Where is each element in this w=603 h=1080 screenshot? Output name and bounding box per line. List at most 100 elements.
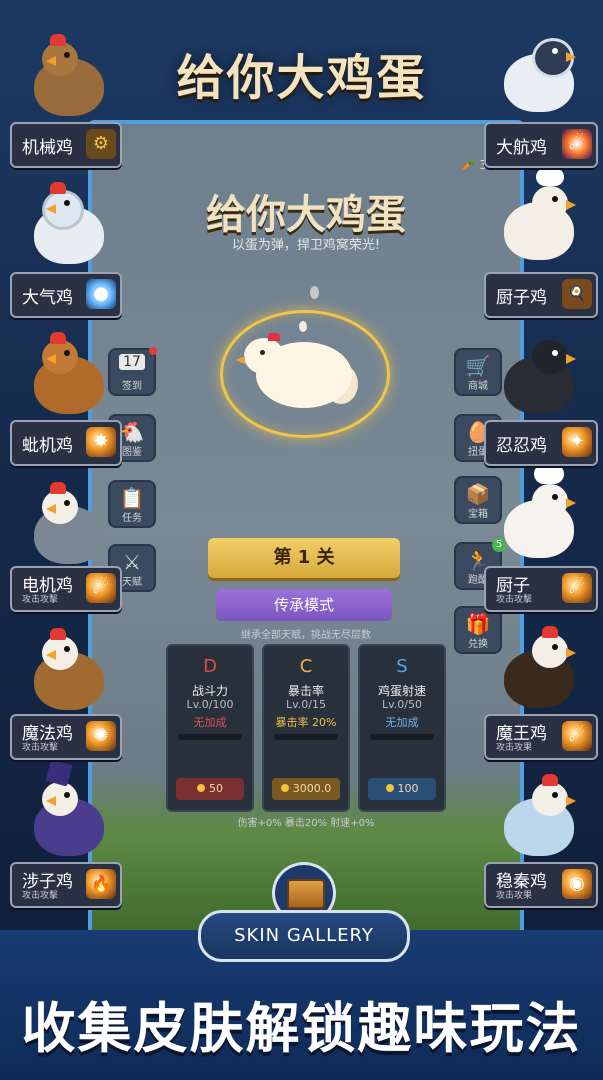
cost-value: 3000.0: [292, 782, 332, 795]
skin-name: 蚍机鸡: [22, 435, 73, 456]
cart-icon: 🛒: [465, 354, 491, 378]
card-status: 无加成: [193, 716, 227, 729]
skin-label-demon[interactable]: 魔王鸡 攻击攻果 ☄: [484, 714, 598, 760]
chicken-space-sprite: [496, 24, 580, 120]
side-button-shop[interactable]: 🛒 商城: [454, 348, 502, 396]
card-name: 战斗力: [191, 684, 228, 698]
side-button-label: 图鉴: [122, 447, 142, 458]
hen-comb: [268, 333, 280, 341]
card-level: Lv.0/50: [382, 698, 422, 711]
card-name: 暴击率: [287, 684, 324, 698]
cost-value: 100: [397, 782, 419, 795]
skin-subtitle: 攻击攻擊: [496, 595, 533, 605]
skin-label-cook[interactable]: 厨子 攻击攻擊 ☄: [484, 566, 598, 612]
triple-shot-icon: ✺: [86, 721, 116, 751]
skin-subtitle: 攻击攻擊: [22, 743, 59, 753]
mode-hint: 继承全部天赋，挑战无尽层数: [241, 630, 371, 641]
side-button-label: 签到: [122, 381, 142, 392]
chicken-robot-sprite: [20, 476, 104, 572]
flying-egg: [310, 286, 319, 299]
side-button-label: 任务: [122, 513, 142, 524]
coin-icon: [280, 784, 289, 792]
skin-name: 大气鸡: [22, 287, 73, 308]
bubble-shot-icon: ●: [86, 279, 116, 309]
carrot-icon: 🥕: [460, 158, 476, 172]
skin-label-magic[interactable]: 魔法鸡 攻击攻擊 ✺: [10, 714, 122, 760]
skin-label-chef[interactable]: 厨子鸡 🍳: [484, 272, 598, 318]
game-subtitle: 以蛋为弹，捍卫鸡窝荣光!: [231, 238, 381, 253]
game-title: 给你大鸡蛋: [206, 192, 406, 238]
skin-label-mech[interactable]: 机械鸡 ⚙: [10, 122, 122, 168]
gears-icon: ⚙: [86, 129, 116, 159]
hen-head: [244, 338, 284, 374]
skin-label-atmo[interactable]: 大气鸡 ●: [10, 272, 122, 318]
skin-name: 机械鸡: [22, 137, 73, 158]
upgrade-cost-button[interactable]: 100: [368, 778, 436, 800]
card-status: 无加成: [385, 716, 419, 729]
skin-subtitle: 攻击攻擊: [22, 891, 59, 901]
chicken-mech-sprite: [20, 28, 104, 124]
hen-eye: [260, 350, 265, 355]
skin-label-space[interactable]: 大航鸡 ☄: [484, 122, 598, 168]
skin-label-wizard[interactable]: 涉子鸡 攻击攻擊 🔥: [10, 862, 122, 908]
card-level: Lv.0/15: [286, 698, 326, 711]
skin-label-ninja[interactable]: 忍忍鸡 ✦: [484, 420, 598, 466]
skin-label-motor[interactable]: 电机鸡 攻击攻擊 ☄: [10, 566, 122, 612]
start-level-button[interactable]: 第 1 关: [208, 538, 400, 578]
upgrade-cost-button[interactable]: 50: [176, 778, 244, 800]
bullet-burst-icon: ✸: [86, 427, 116, 457]
coin-icon: [385, 784, 394, 792]
chicken-brass-sprite: [20, 622, 104, 718]
card-progress-bar: [370, 734, 434, 740]
side-button-chest[interactable]: 📦 宝箱: [454, 476, 502, 524]
skin-label-steam[interactable]: 蚍机鸡 ✸: [10, 420, 122, 466]
comet-icon: ☄: [562, 129, 592, 159]
skin-label-casual[interactable]: 稳秦鸡 攻击攻果 ◉: [484, 862, 598, 908]
side-button-tasks[interactable]: 📋 任务: [108, 480, 156, 528]
orb-shot-icon: ◉: [562, 869, 592, 899]
upgrade-card-firerate[interactable]: S 鸡蛋射速 Lv.0/50 无加成 100: [358, 644, 446, 812]
chicken-wizard-sprite: [20, 759, 104, 864]
upgrade-cost-button[interactable]: 3000.0: [272, 778, 340, 800]
stats-summary: 伤害+0% 暴击20% 射速+0%: [237, 818, 375, 829]
skin-gallery-button[interactable]: SKIN GALLERY: [198, 910, 410, 962]
card-level: Lv.0/100: [186, 698, 234, 711]
side-button-label: 宝箱: [468, 509, 488, 520]
chicken-ninja-sprite: [496, 326, 580, 422]
upgrade-card-power[interactable]: D 战斗力 Lv.0/100 无加成 50: [166, 644, 254, 812]
coin-icon: [197, 784, 205, 792]
side-button-label: 商城: [468, 381, 488, 392]
chicken-astronaut-sprite: [20, 176, 104, 272]
card-name: 鸡蛋射速: [377, 684, 426, 698]
crate-icon: 📦: [465, 482, 491, 506]
clipboard-icon: 📋: [119, 486, 145, 510]
slash-icon: ✦: [562, 427, 592, 457]
cost-value: 50: [209, 782, 223, 795]
game-screen: 💎 🥕 30/30 给你大鸡蛋 以蛋为弹，捍卫鸡窝荣光! 17 签到 🐔 图鉴 …: [88, 120, 524, 938]
chicken-casual-sprite: [496, 768, 580, 864]
chicken-cook-sprite: [496, 464, 580, 566]
food-icon: 🍳: [562, 279, 592, 309]
calendar-icon: 17: [119, 354, 145, 370]
chicken-chef-sprite: [496, 168, 580, 268]
legacy-mode-button[interactable]: 传承模式: [216, 589, 392, 621]
skin-subtitle: 攻击攻果: [496, 891, 533, 901]
card-status: 暴击率 20%: [275, 716, 337, 729]
upgrade-card-crit[interactable]: C 暴击率 Lv.0/15 暴击率 20% 3000.0: [262, 644, 350, 812]
card-progress-bar: [274, 734, 338, 740]
chicken-demon-sprite: [496, 620, 580, 716]
skin-name: 大航鸡: [496, 137, 547, 158]
notification-dot: [149, 347, 157, 355]
skin-name: 忍忍鸡: [496, 435, 547, 456]
card-grade: S: [396, 656, 408, 677]
card-grade: C: [299, 656, 313, 677]
skin-name: 厨子鸡: [496, 287, 547, 308]
side-button-label: 天赋: [122, 577, 142, 588]
fire-comet-icon: ☄: [562, 721, 592, 751]
card-grade: D: [203, 656, 217, 677]
flame-icon: 🔥: [86, 869, 116, 899]
fireball-icon: ☄: [86, 573, 116, 603]
small-egg: [299, 321, 307, 332]
meteor-icon: ☄: [562, 573, 592, 603]
side-button-checkin[interactable]: 17 签到: [108, 347, 157, 396]
